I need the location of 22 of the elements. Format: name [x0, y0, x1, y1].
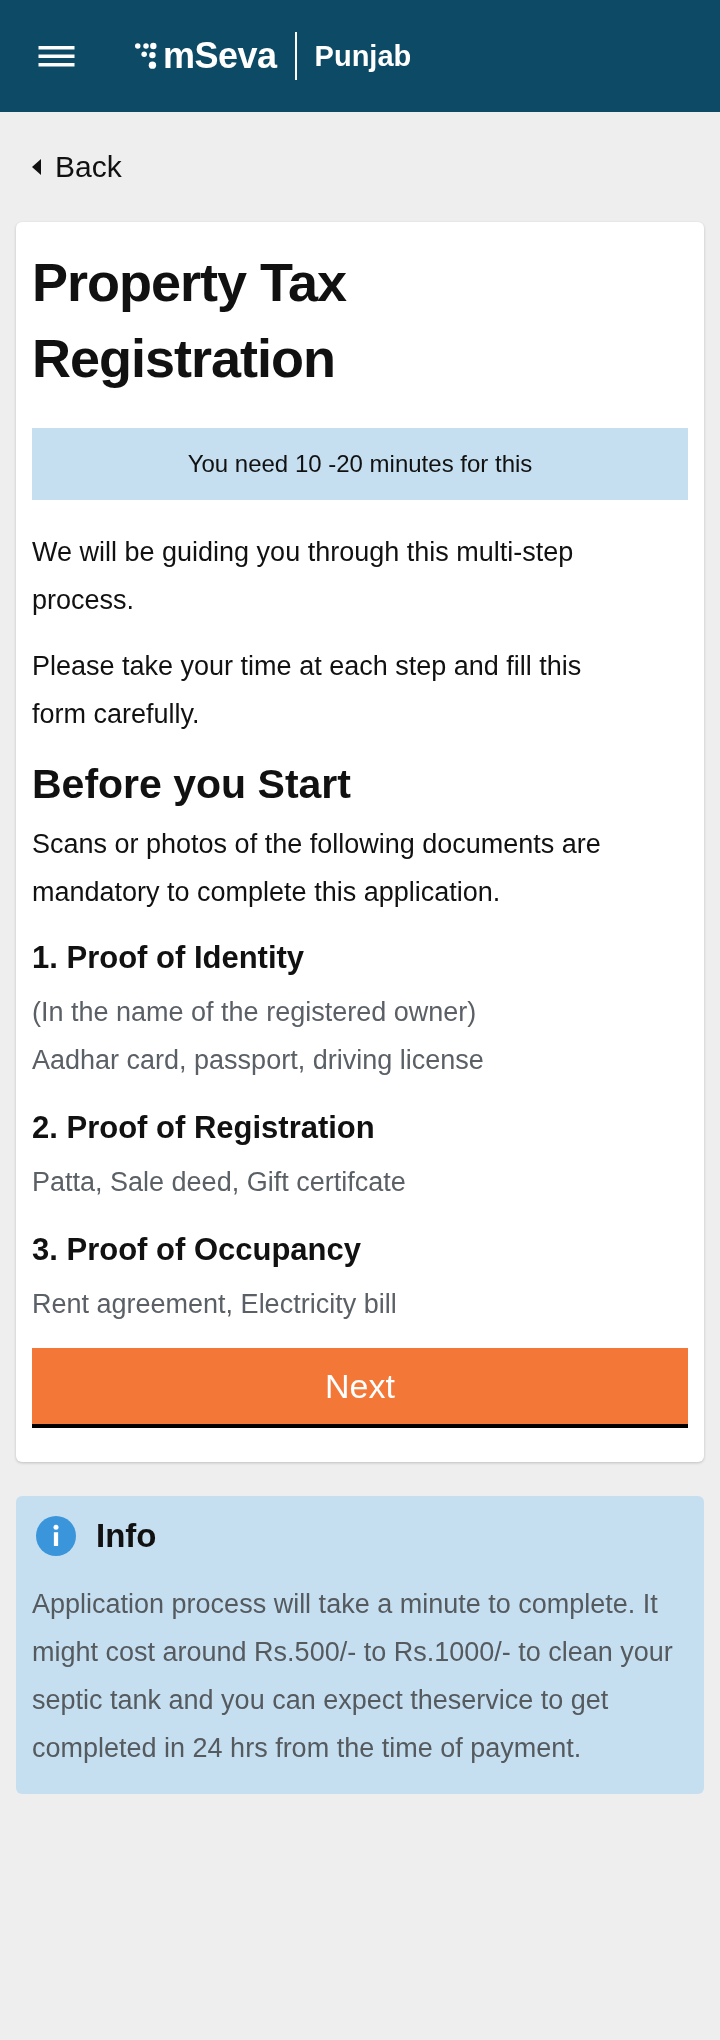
document-description: (In the name of the registered owner) — [32, 996, 478, 1029]
document-heading: 2. Proof of Registration — [32, 1109, 376, 1147]
section-heading: Before you Start — [32, 760, 352, 809]
info-title: Info — [96, 1517, 157, 1555]
back-link[interactable]: Back — [0, 112, 154, 222]
info-text: Application process will take a minute to complete. It might cost around Rs.500/- to Rs.1000/- to clean your septic tank and you can expect theservice to get completed in 24 hrs from the time of payment. — [32, 1588, 674, 1765]
document-heading: 3. Proof of Occupancy — [32, 1231, 362, 1269]
document-description: Patta, Sale deed, Gift certifcate — [32, 1166, 407, 1199]
logo-dots-icon — [135, 42, 157, 70]
info-icon — [36, 1516, 76, 1556]
document-description: Rent agreement, Electricity bill — [32, 1288, 398, 1321]
document-description: Aadhar card, passport, driving license — [32, 1044, 485, 1077]
caret-icon — [32, 158, 41, 176]
time-banner: You need 10 -20 minutes for this — [32, 428, 688, 500]
document-heading: 1. Proof of Identity — [32, 939, 306, 977]
intro-paragraph: Please take your time at each step and fill this form carefully. — [32, 650, 583, 731]
state-name: Punjab — [314, 39, 412, 73]
section-paragraph: Scans or photos of the following documents are mandatory to complete this application. — [32, 828, 602, 909]
menu-icon[interactable] — [38, 44, 75, 68]
page-title: Property Tax Registration — [32, 251, 348, 390]
logo-text: mSeva — [163, 35, 277, 77]
intro-paragraph: We will be guiding you through this multi-step process. — [32, 536, 575, 617]
